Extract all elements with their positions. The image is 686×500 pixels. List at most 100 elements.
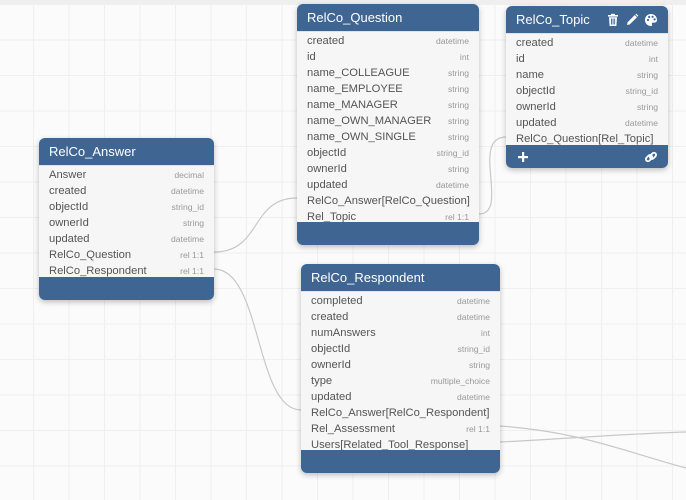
field-type: datetime [436,36,469,46]
field-row[interactable]: created datetime [297,33,479,49]
field-name: ownerId [311,359,351,371]
field-type: datetime [625,38,658,48]
field-type: rel 1:1 [180,250,204,260]
table-title: RelCo_Respondent [311,270,425,285]
table-title: RelCo_Question [307,10,403,25]
field-row[interactable]: name_EMPLOYEE string [297,81,479,97]
field-row[interactable]: ownerId string [506,99,668,115]
field-name: ownerId [49,217,89,229]
field-type: string_id [625,86,658,96]
field-row[interactable]: id int [506,51,668,67]
table-header[interactable]: RelCo_Topic [506,6,668,34]
table-title: RelCo_Topic [516,12,590,27]
field-row[interactable]: Rel_Assessment rel 1:1 [301,421,500,437]
table-header[interactable]: RelCo_Question [297,4,479,32]
field-row[interactable]: id int [297,49,479,65]
field-row[interactable]: objectId string_id [301,341,500,357]
field-row[interactable]: RelCo_Question rel 1:1 [39,247,214,263]
field-name: created [307,35,345,47]
field-type: string [447,68,469,78]
field-row[interactable]: name_OWN_SINGLE string [297,129,479,145]
field-row[interactable]: objectId string_id [297,145,479,161]
field-type: datetime [171,234,204,244]
table-card-relco-question[interactable]: RelCo_Question created datetime id int name_… [297,4,479,245]
table-footer [301,450,500,473]
field-type: multiple_choice [430,376,490,386]
table-title: RelCo_Answer [49,144,136,159]
field-name: name_EMPLOYEE [307,83,403,95]
table-header[interactable]: RelCo_Answer [39,138,214,166]
trash-icon[interactable] [606,13,620,27]
field-name: completed [311,295,363,307]
field-row[interactable]: updated datetime [39,231,214,247]
field-row[interactable]: updated datetime [506,115,668,131]
field-list: completed datetime created datetime numAnswe… [301,292,500,455]
table-header[interactable]: RelCo_Respondent [301,264,500,292]
field-row[interactable]: name_COLLEAGUE string [297,65,479,81]
field-type: string [447,84,469,94]
field-type: string [468,360,490,370]
field-type: decimal [174,170,204,180]
field-row[interactable]: Answer decimal [39,167,214,183]
plus-icon[interactable] [516,150,530,164]
field-row[interactable]: RelCo_Answer[RelCo_Question] [297,193,479,209]
field-name: objectId [307,147,347,159]
pencil-icon[interactable] [625,13,639,27]
palette-icon[interactable] [644,13,658,27]
field-type: string [636,70,658,80]
link-answer-question [213,197,298,253]
field-name: objectId [516,85,556,97]
field-name: id [307,51,316,63]
field-type: string [636,102,658,112]
field-row[interactable]: ownerId string [39,215,214,231]
field-type: int [648,54,658,64]
field-row[interactable]: numAnswers int [301,325,500,341]
field-row[interactable]: type multiple_choice [301,373,500,389]
field-type: string_id [436,148,469,158]
field-name: name [516,69,544,81]
table-card-relco-answer[interactable]: RelCo_Answer Answer decimal created datetim… [39,138,214,300]
field-type: datetime [625,118,658,128]
field-row[interactable]: updated datetime [301,389,500,405]
field-row[interactable]: updated datetime [297,177,479,193]
field-row[interactable]: ownerId string [297,161,479,177]
field-type: datetime [457,392,490,402]
link-question-topic [478,136,507,215]
field-name: ownerId [516,101,556,113]
field-row[interactable]: ownerId string [301,357,500,373]
field-type: datetime [457,312,490,322]
field-name: RelCo_Answer[RelCo_Respondent] [311,407,490,419]
table-footer [297,222,479,245]
field-name: name_COLLEAGUE [307,67,410,79]
field-type: int [480,328,490,338]
field-row[interactable]: created datetime [39,183,214,199]
field-row[interactable]: objectId string_id [39,199,214,215]
field-row[interactable]: created datetime [301,309,500,325]
field-row[interactable]: created datetime [506,35,668,51]
table-footer [506,145,668,168]
table-card-relco-respondent[interactable]: RelCo_Respondent completed datetime create… [301,264,500,473]
field-row[interactable]: name string [506,67,668,83]
link-icon[interactable] [644,150,658,164]
field-type: datetime [457,296,490,306]
field-name: Rel_Assessment [311,423,395,435]
field-row[interactable]: completed datetime [301,293,500,309]
field-name: type [311,375,333,387]
field-name: updated [49,233,90,245]
link-answer-respondent [213,268,302,411]
field-row[interactable]: objectId string_id [506,83,668,99]
link-respondent-users [499,431,686,443]
field-type: datetime [436,180,469,190]
field-row[interactable]: name_OWN_MANAGER string [297,113,479,129]
field-type: string [182,218,204,228]
field-name: numAnswers [311,327,376,339]
table-card-relco-topic[interactable]: RelCo_Topic created datetime id int name… [506,6,668,168]
field-name: name_OWN_MANAGER [307,115,432,127]
field-name: name_OWN_SINGLE [307,131,416,143]
field-name: updated [311,391,352,403]
field-row[interactable]: name_MANAGER string [297,97,479,113]
field-list: Answer decimal created datetime objectId stri… [39,166,214,281]
field-name: id [516,53,525,65]
field-type: string [447,116,469,126]
field-row[interactable]: RelCo_Answer[RelCo_Respondent] [301,405,500,421]
